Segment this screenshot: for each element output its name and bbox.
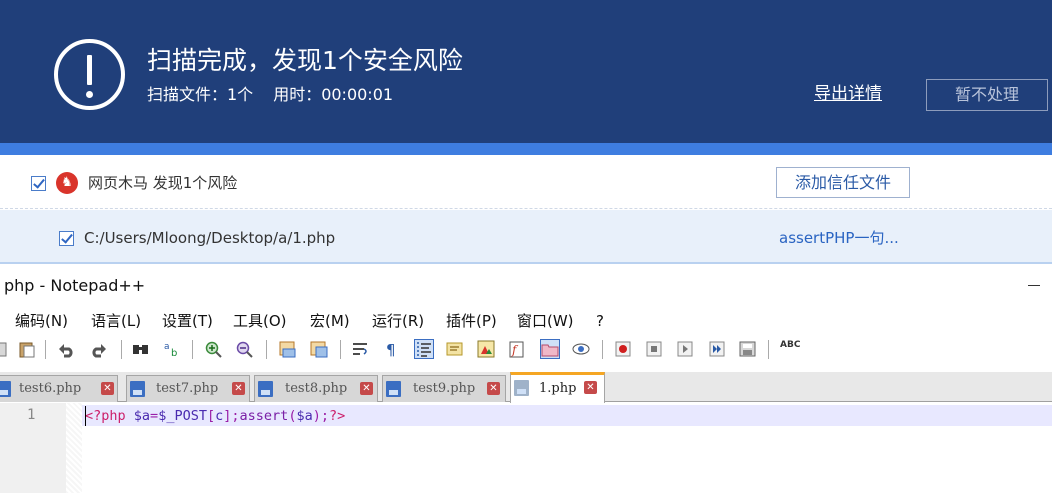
risk-file-path: C:/Users/Mloong/Desktop/a/1.php [84, 229, 336, 247]
risk-file-row[interactable]: C:/Users/Mloong/Desktop/a/1.php assertPH… [0, 210, 1052, 264]
menu-bar: 编码(N) 语言(L) 设置(T) 工具(O) 宏(M) 运行(R) 插件(P)… [0, 310, 1052, 332]
operator-token: ) [312, 408, 321, 424]
variable-token: $a [296, 408, 313, 424]
tab-label: test6.php [19, 381, 82, 396]
svg-text:¶: ¶ [386, 341, 396, 358]
warning-icon [54, 39, 125, 110]
scan-result-header: 扫描完成，发现1个安全风险 扫描文件：1个 用时：00:00:01 导出详情 暂不… [0, 0, 1052, 143]
monitoring-icon[interactable] [572, 340, 590, 358]
operator-token: ; [231, 408, 240, 424]
menu-tools[interactable]: 工具(O) [233, 310, 287, 332]
risk-category-row: ♞ 网页木马 发现1个风险 添加信任文件 [0, 155, 1052, 209]
save-macro-icon[interactable] [739, 340, 757, 358]
scan-summary: 扫描文件：1个 用时：00:00:01 [147, 84, 393, 106]
add-trusted-file-button[interactable]: 添加信任文件 [776, 167, 910, 198]
saved-file-icon [258, 381, 273, 397]
record-macro-icon[interactable] [614, 340, 632, 358]
menu-window[interactable]: 窗口(W) [517, 310, 574, 332]
zoom-out-icon[interactable] [235, 340, 253, 358]
menu-encoding[interactable]: 编码(N) [15, 310, 68, 332]
function-list-icon[interactable]: f [508, 340, 526, 358]
notepadpp-window: php - Notepad++ 编码(N) 语言(L) 设置(T) 工具(O) … [0, 266, 1052, 493]
time-used: 用时：00:00:01 [273, 85, 394, 104]
saved-file-icon [514, 380, 529, 396]
line-number-gutter: 1 [0, 403, 66, 493]
menu-macro[interactable]: 宏(M) [310, 310, 350, 332]
close-tab-icon[interactable]: ✕ [487, 382, 500, 395]
svg-text:b: b [171, 348, 177, 358]
saved-file-icon [130, 381, 145, 397]
php-open-tag: <?php [85, 408, 126, 424]
line-number: 1 [27, 407, 36, 423]
files-scanned: 扫描文件：1个 [147, 85, 254, 104]
export-details-link[interactable]: 导出详情 [814, 82, 882, 106]
close-tab-icon[interactable]: ✕ [360, 382, 373, 395]
operator-token: ; [320, 408, 329, 424]
document-map-icon[interactable] [477, 340, 495, 358]
tab-test6[interactable]: test6.php ✕ [0, 375, 118, 402]
close-tab-icon[interactable]: ✕ [584, 381, 597, 394]
operator-token: [ [206, 408, 216, 424]
fold-margin [66, 403, 82, 493]
tab-1-php[interactable]: 1.php ✕ [510, 372, 605, 403]
word-wrap-icon[interactable] [351, 340, 369, 358]
tab-test9[interactable]: test9.php ✕ [382, 375, 506, 402]
folder-as-workspace-icon[interactable] [540, 339, 560, 359]
close-tab-icon[interactable]: ✕ [232, 382, 245, 395]
menu-language[interactable]: 语言(L) [91, 310, 141, 332]
variable-token: $a [133, 408, 151, 424]
risk-category-label: 网页木马 发现1个风险 [88, 174, 238, 192]
screen: 扫描完成，发现1个安全风险 扫描文件：1个 用时：00:00:01 导出详情 暂不… [0, 0, 1052, 493]
php-close-tag: ?> [329, 408, 346, 424]
menu-plugins[interactable]: 插件(P) [446, 310, 497, 332]
menu-run[interactable]: 运行(R) [372, 310, 424, 332]
play-macro-icon[interactable] [676, 340, 694, 358]
run-macro-multiple-icon[interactable] [708, 340, 726, 358]
cut-icon[interactable] [0, 340, 12, 358]
stop-macro-icon[interactable] [645, 340, 663, 358]
saved-file-icon [0, 381, 11, 397]
header-divider [0, 143, 1052, 155]
zoom-in-icon[interactable] [204, 340, 222, 358]
spell-check-icon[interactable]: ABC [780, 340, 804, 358]
minimize-icon[interactable] [1028, 285, 1040, 286]
find-icon[interactable] [132, 340, 150, 358]
operator-token: = [150, 408, 159, 424]
svg-text:a: a [164, 342, 170, 352]
saved-file-icon [386, 381, 401, 397]
variable-token: $_POST [158, 408, 207, 424]
tab-label: test9.php [413, 381, 476, 396]
paste-icon[interactable] [18, 340, 36, 358]
risk-file-checkbox[interactable] [59, 231, 74, 246]
close-tab-icon[interactable]: ✕ [101, 382, 114, 395]
risk-file-description[interactable]: assertPHP一句... [779, 228, 899, 248]
scan-title: 扫描完成，发现1个安全风险 [147, 46, 463, 75]
menu-help[interactable]: ? [596, 310, 604, 332]
tab-label: test7.php [156, 381, 219, 396]
menu-settings[interactable]: 设置(T) [162, 310, 213, 332]
ignore-for-now-button[interactable]: 暂不处理 [926, 79, 1048, 111]
toolbar: ab ¶ f ABC [0, 336, 1052, 362]
undo-icon[interactable] [57, 340, 75, 358]
document-tab-bar: test6.php ✕ test7.php ✕ test8.php ✕ test… [0, 372, 1052, 403]
user-defined-language-icon[interactable] [446, 340, 464, 358]
text-caret [85, 406, 86, 426]
window-title: php - Notepad++ [4, 276, 146, 295]
redo-icon[interactable] [90, 340, 108, 358]
tab-label: test8.php [285, 381, 348, 396]
sync-horizontal-icon[interactable] [310, 340, 328, 358]
sync-vertical-icon[interactable] [279, 340, 297, 358]
replace-icon[interactable]: ab [163, 340, 181, 358]
show-all-characters-icon[interactable]: ¶ [383, 340, 401, 358]
tab-label: 1.php [539, 381, 577, 396]
function-token: assert [239, 408, 289, 424]
code-line[interactable]: <?php $a=$_POST[c];assert($a);?> [85, 407, 345, 425]
tab-test7[interactable]: test7.php ✕ [126, 375, 250, 402]
indent-guide-icon[interactable] [414, 339, 434, 359]
trojan-icon: ♞ [56, 172, 78, 194]
code-editor[interactable]: 1 <?php $a=$_POST[c];assert($a);?> [0, 403, 1052, 493]
tab-test8[interactable]: test8.php ✕ [254, 375, 378, 402]
risk-category-checkbox[interactable] [31, 176, 46, 191]
